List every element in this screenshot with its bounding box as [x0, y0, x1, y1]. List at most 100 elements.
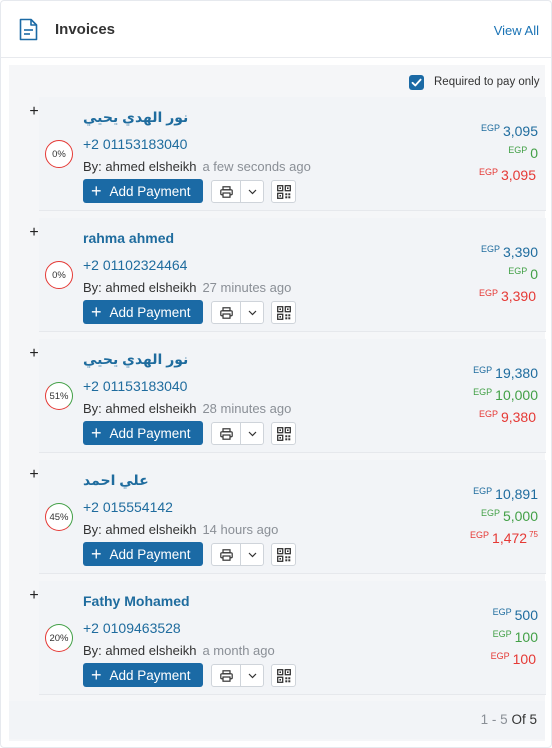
print-button-group — [211, 301, 264, 324]
print-button[interactable] — [212, 302, 241, 323]
add-payment-label: Add Payment — [109, 183, 191, 199]
add-payment-button[interactable]: + Add Payment — [83, 542, 203, 566]
printer-icon — [219, 306, 233, 319]
total-amount: EGP 3,390 — [480, 244, 538, 260]
add-payment-label: Add Payment — [109, 546, 191, 562]
created-by: By: ahmed elsheikh 28 minutes ago — [83, 401, 292, 416]
add-payment-button[interactable]: + Add Payment — [83, 421, 203, 445]
printer-icon — [219, 548, 233, 561]
print-options-dropdown[interactable] — [241, 181, 263, 202]
qr-code-button[interactable] — [271, 664, 296, 687]
check-icon — [411, 78, 422, 86]
total-amount: EGP 10,891 — [473, 486, 538, 502]
plus-icon: + — [91, 302, 102, 322]
qr-code-icon — [276, 184, 291, 199]
print-options-dropdown[interactable] — [241, 302, 263, 323]
invoice-amounts: EGP 3,095 EGP 0 EGP 3,095 — [398, 123, 538, 189]
paid-amount: EGP 0 — [508, 145, 538, 161]
created-time: 28 minutes ago — [202, 401, 292, 416]
paid-amount: EGP 5,000 — [480, 508, 538, 524]
print-options-dropdown[interactable] — [241, 544, 263, 565]
required-to-pay-checkbox[interactable] — [409, 74, 424, 90]
document-icon — [19, 18, 38, 41]
invoice-amounts: EGP 10,891 EGP 5,000 EGP 1,472 75 — [398, 486, 538, 552]
print-button[interactable] — [212, 423, 241, 444]
plus-icon: + — [91, 544, 102, 564]
panel-title: Invoices — [55, 21, 116, 38]
payment-progress-badge: 0% — [45, 261, 73, 289]
created-time: a few seconds ago — [202, 159, 311, 174]
print-options-dropdown[interactable] — [241, 665, 263, 686]
customer-phone[interactable]: +2 0109463528 — [83, 620, 181, 636]
print-button-group — [211, 543, 264, 566]
add-payment-label: Add Payment — [109, 667, 191, 683]
total-amount: EGP 19,380 — [473, 365, 538, 381]
printer-icon — [219, 185, 233, 198]
due-amount: EGP 3,095 — [478, 167, 536, 183]
invoices-panel: Invoices View All Required to pay only +… — [0, 0, 552, 748]
customer-name[interactable]: علي احمد — [83, 472, 149, 489]
required-to-pay-filter[interactable]: Required to pay only — [409, 74, 539, 90]
add-payment-button[interactable]: + Add Payment — [83, 663, 203, 687]
print-button-group — [211, 180, 264, 203]
customer-name[interactable]: نور الهدي يحيي — [83, 109, 188, 126]
paid-amount: EGP 100 — [492, 629, 538, 645]
chevron-down-icon — [248, 310, 256, 315]
customer-phone[interactable]: +2 015554142 — [83, 499, 173, 515]
invoice-card: 20% Fathy Mohamed +2 0109463528 By: ahme… — [39, 581, 546, 695]
qr-code-button[interactable] — [271, 422, 296, 445]
pagination-info: 1 - 5 Of 5 — [480, 712, 537, 727]
chevron-down-icon — [248, 673, 256, 678]
customer-phone[interactable]: +2 01102324464 — [83, 257, 187, 273]
created-by: By: ahmed elsheikh a month ago — [83, 643, 275, 658]
print-button[interactable] — [212, 665, 241, 686]
paid-amount: EGP 0 — [508, 266, 538, 282]
qr-code-button[interactable] — [271, 543, 296, 566]
view-all-link[interactable]: View All — [494, 23, 539, 38]
print-button-group — [211, 664, 264, 687]
customer-phone[interactable]: +2 01153183040 — [83, 136, 187, 152]
payment-progress-badge: 20% — [45, 624, 73, 652]
panel-header: Invoices View All — [1, 1, 551, 58]
invoice-amounts: EGP 3,390 EGP 0 EGP 3,390 — [398, 244, 538, 310]
qr-code-icon — [276, 668, 291, 683]
printer-icon — [219, 669, 233, 682]
print-button[interactable] — [212, 544, 241, 565]
customer-phone[interactable]: +2 01153183040 — [83, 378, 187, 394]
qr-code-button[interactable] — [271, 301, 296, 324]
add-payment-button[interactable]: + Add Payment — [83, 300, 203, 324]
qr-code-icon — [276, 305, 291, 320]
created-time: 14 hours ago — [202, 522, 279, 537]
due-amount: EGP 3,390 — [478, 288, 536, 304]
due-amount: EGP 1,472 75 — [470, 530, 538, 546]
plus-icon: + — [91, 423, 102, 443]
payment-progress-badge: 51% — [45, 382, 73, 410]
created-by: By: ahmed elsheikh a few seconds ago — [83, 159, 311, 174]
print-button-group — [211, 422, 264, 445]
add-payment-button[interactable]: + Add Payment — [83, 179, 203, 203]
invoice-card: 0% نور الهدي يحيي +2 01153183040 By: ahm… — [39, 97, 546, 211]
printer-icon — [219, 427, 233, 440]
print-button[interactable] — [212, 181, 241, 202]
invoice-card: 0% rahma ahmed +2 01102324464 By: ahmed … — [39, 218, 546, 332]
due-amount: EGP 9,380 — [478, 409, 536, 425]
customer-name[interactable]: rahma ahmed — [83, 230, 174, 246]
customer-name[interactable]: Fathy Mohamed — [83, 593, 190, 609]
required-to-pay-label: Required to pay only — [434, 76, 540, 88]
total-amount: EGP 500 — [492, 607, 538, 623]
plus-icon: + — [91, 181, 102, 201]
payment-progress-badge: 0% — [45, 140, 73, 168]
print-options-dropdown[interactable] — [241, 423, 263, 444]
due-amount: EGP 100 — [490, 651, 536, 667]
invoice-amounts: EGP 500 EGP 100 EGP 100 — [398, 607, 538, 673]
qr-code-button[interactable] — [271, 180, 296, 203]
paid-amount: EGP 10,000 — [473, 387, 538, 403]
plus-icon: + — [91, 665, 102, 685]
customer-name[interactable]: نور الهدي يحيي — [83, 351, 188, 368]
payment-progress-badge: 45% — [45, 503, 73, 531]
invoice-amounts: EGP 19,380 EGP 10,000 EGP 9,380 — [398, 365, 538, 431]
invoice-card: 51% نور الهدي يحيي +2 01153183040 By: ah… — [39, 339, 546, 453]
qr-code-icon — [276, 426, 291, 441]
chevron-down-icon — [248, 189, 256, 194]
created-by: By: ahmed elsheikh 14 hours ago — [83, 522, 279, 537]
